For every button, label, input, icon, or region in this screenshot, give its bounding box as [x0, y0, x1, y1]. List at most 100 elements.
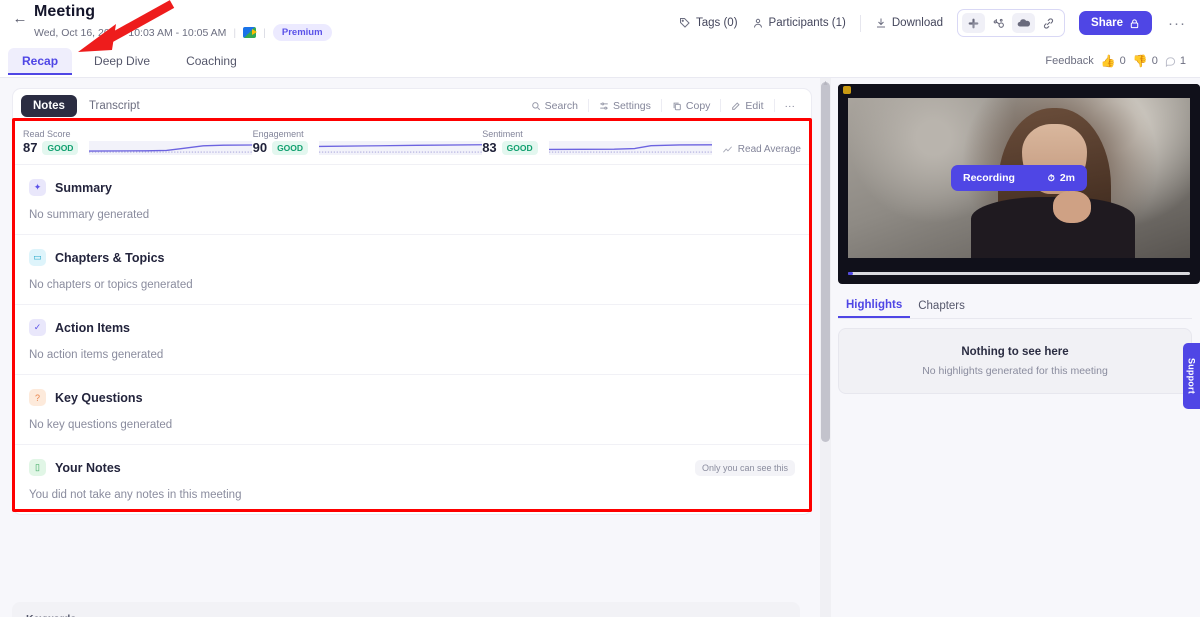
hubspot-icon[interactable] — [987, 13, 1010, 33]
sparkle-icon: ✦ — [29, 179, 46, 196]
edit-icon — [732, 101, 741, 110]
share-label: Share — [1091, 17, 1123, 29]
empty-state-title: Nothing to see here — [961, 345, 1069, 358]
recording-elapsed: 2m — [1059, 172, 1075, 184]
score-label: Read Score — [23, 129, 71, 139]
section-title: Key Questions — [55, 390, 143, 405]
privacy-badge: Only you can see this — [694, 459, 795, 476]
tool-divider-2 — [660, 99, 662, 112]
thumbs-up-button[interactable]: 👍 0 — [1101, 54, 1126, 68]
slack-icon[interactable] — [962, 13, 986, 33]
read-score-sparkline — [89, 140, 253, 155]
stopwatch-icon: ⏱ — [1047, 172, 1055, 183]
score-sentiment: Sentiment 83 GOOD — [482, 129, 712, 155]
scrollbar-up-arrow-icon[interactable]: ▴ — [819, 78, 832, 88]
link-icon[interactable] — [1037, 13, 1060, 33]
app-header: ← Meeting Wed, Oct 16, 2024 10:03 AM - 1… — [0, 0, 1200, 45]
section-body: No action items generated — [29, 349, 164, 361]
title-block: Meeting Wed, Oct 16, 2024 10:03 AM - 10:… — [34, 0, 332, 41]
segment-transcript[interactable]: Transcript — [77, 95, 152, 117]
score-engagement: Engagement 90 GOOD — [253, 129, 483, 155]
download-label: Download — [891, 17, 944, 29]
meeting-time-range: 10:03 AM - 10:05 AM — [128, 26, 227, 39]
salesforce-icon[interactable] — [1012, 13, 1036, 33]
score-label: Engagement — [252, 129, 304, 139]
section-action-items: ✓ Action Items No action items generated — [13, 305, 811, 375]
settings-button[interactable]: Settings — [591, 97, 659, 115]
score-strip: Read Score 87 GOOD Engagement 90 GOOD Se… — [13, 122, 811, 165]
share-button[interactable]: Share — [1079, 11, 1152, 35]
meeting-date: Wed, Oct 16, 2024 — [34, 26, 122, 39]
empty-state-subtitle: No highlights generated for this meeting — [922, 364, 1108, 377]
comment-count: 1 — [1179, 55, 1186, 67]
recording-label: Recording — [963, 172, 1015, 184]
page-title: Meeting — [34, 3, 96, 20]
tab-deep-dive[interactable]: Deep Dive — [80, 48, 164, 74]
section-your-notes: ▯ Your Notes Only you can see this You d… — [13, 445, 811, 514]
subtitle-divider-2: | — [263, 26, 266, 39]
link-glyph — [1043, 17, 1054, 29]
highlights-empty-state: Nothing to see here No highlights genera… — [838, 328, 1192, 394]
thumbs-down-button[interactable]: 👎 0 — [1133, 54, 1158, 68]
media-tabs: Highlights Chapters — [838, 294, 1192, 319]
copy-button[interactable]: Copy — [664, 97, 719, 115]
section-chapters-topics: ▭ Chapters & Topics No chapters or topic… — [13, 235, 811, 305]
participants-label: Participants (1) — [768, 17, 846, 29]
comment-button[interactable]: 1 — [1165, 55, 1186, 67]
note-page-icon: ▯ — [29, 459, 46, 476]
search-button[interactable]: Search — [523, 97, 586, 115]
download-button[interactable]: Download — [875, 17, 943, 29]
meeting-recap-page: ← Meeting Wed, Oct 16, 2024 10:03 AM - 1… — [0, 0, 1200, 617]
tool-divider-3 — [720, 99, 722, 112]
chat-bubble-icon: ▭ — [29, 249, 46, 266]
question-icon: ? — [29, 389, 46, 406]
thumbs-down-icon: 👎 — [1132, 54, 1148, 68]
score-line: 90 GOOD — [253, 140, 483, 155]
score-value: 90 — [252, 140, 268, 155]
copy-icon — [673, 102, 681, 110]
tab-highlights[interactable]: Highlights — [838, 294, 911, 318]
section-header: ✓ Action Items — [29, 319, 795, 336]
video-progress-bar[interactable] — [848, 272, 1190, 275]
participants-button[interactable]: Participants (1) — [752, 17, 846, 29]
read-average-button[interactable]: Read Average — [712, 144, 801, 155]
sentiment-sparkline — [548, 140, 712, 155]
tool-divider-4 — [773, 99, 775, 112]
notes-card: Notes Transcript Search Settings Copy Ed… — [12, 88, 812, 515]
media-panel: Recording ⏱ 2m Highlights Chapters Nothi… — [832, 78, 1200, 617]
support-label: Support — [1186, 358, 1197, 394]
tab-chapters[interactable]: Chapters — [910, 295, 973, 317]
section-header: ✦ Summary — [29, 179, 795, 196]
section-body: No summary generated — [29, 209, 150, 221]
trend-line-icon — [722, 146, 732, 153]
header-more-button[interactable]: ··· — [1166, 15, 1188, 32]
score-line: 87 GOOD — [23, 140, 253, 155]
recording-badge: Recording ⏱ 2m — [951, 165, 1087, 191]
tag-icon — [679, 18, 690, 28]
hubspot-glyph — [993, 18, 1004, 28]
support-button[interactable]: Support — [1183, 343, 1200, 409]
tab-recap[interactable]: Recap — [8, 48, 73, 75]
section-title: Action Items — [55, 320, 131, 335]
subtitle-divider: | — [233, 26, 237, 39]
keywords-label: Keywords — [26, 613, 786, 617]
tab-coaching[interactable]: Coaching — [172, 48, 251, 74]
video-progress-fill — [848, 272, 854, 275]
notes-more-button[interactable]: ··· — [777, 97, 804, 115]
section-header: ? Key Questions — [29, 389, 795, 406]
score-label: Sentiment — [482, 129, 523, 139]
left-panel-scrollbar-thumb[interactable] — [821, 82, 830, 442]
notes-panel: Notes Transcript Search Settings Copy Ed… — [0, 78, 822, 617]
edit-button[interactable]: Edit — [723, 97, 771, 115]
back-arrow-icon[interactable]: ← — [10, 9, 30, 29]
video-player[interactable]: Recording ⏱ 2m — [838, 84, 1200, 284]
search-label: Search — [544, 99, 578, 112]
score-rating: GOOD — [501, 140, 538, 155]
google-meet-icon — [243, 27, 258, 38]
score-line: 83 GOOD — [482, 140, 712, 155]
segment-notes[interactable]: Notes — [21, 94, 77, 117]
salesforce-glyph — [1017, 19, 1030, 27]
tags-button[interactable]: Tags (0) — [679, 17, 738, 29]
recording-timer: ⏱ 2m — [1048, 172, 1075, 184]
tags-label: Tags (0) — [695, 17, 738, 29]
